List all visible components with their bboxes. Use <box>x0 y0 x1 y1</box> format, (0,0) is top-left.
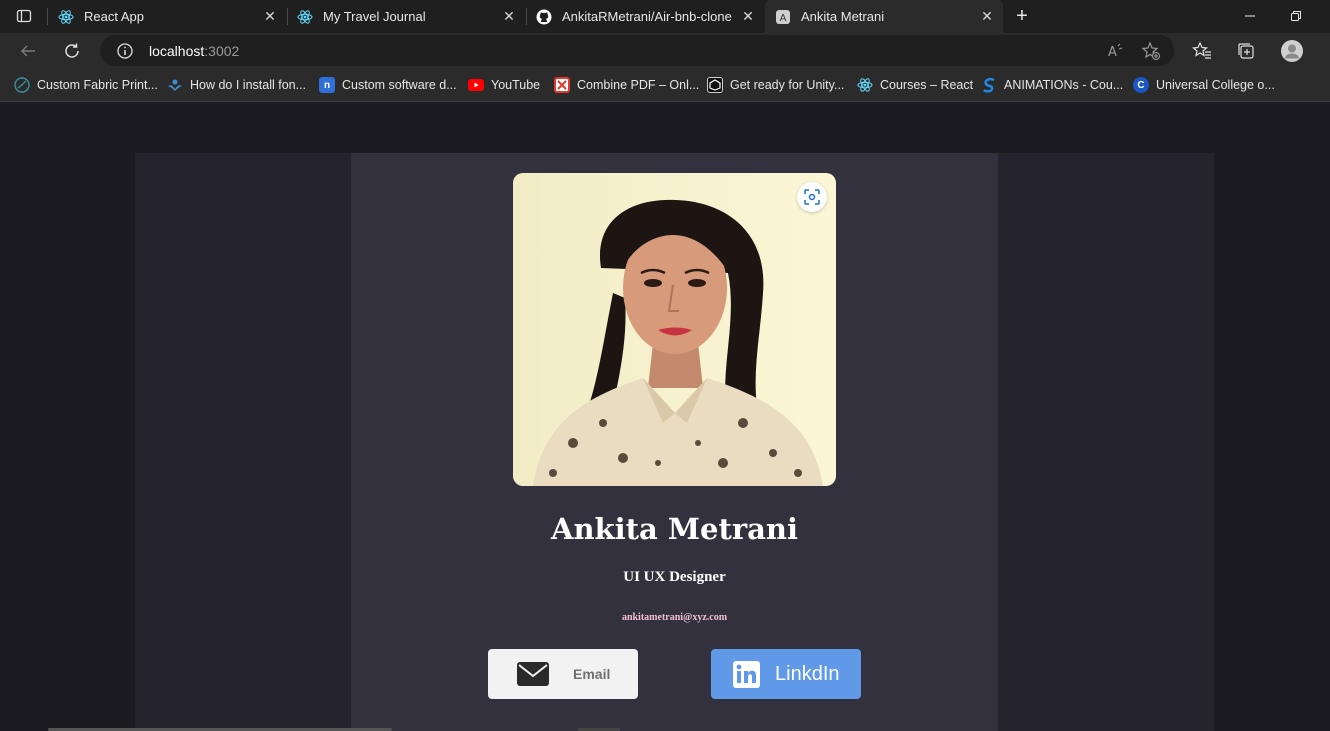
close-icon[interactable]: ✕ <box>977 7 997 27</box>
unity-icon <box>707 77 723 93</box>
c-logo-icon: C <box>1133 77 1149 93</box>
profile-avatar-icon[interactable] <box>1279 38 1305 64</box>
page-viewport: Ankita Metrani UI UX Designer ankitametr… <box>0 103 1330 731</box>
tab-github-repo[interactable]: AnkitaRMetrani/Air-bnb-clone ✕ <box>526 0 764 33</box>
navigation-toolbar: localhost:3002 A <box>0 33 1330 68</box>
bookmark-animations[interactable]: ANIMATIONs - Cou... <box>981 76 1123 94</box>
react-icon <box>857 77 873 93</box>
n-logo-icon: n <box>319 77 335 93</box>
tab-title: Ankita Metrani <box>801 9 885 24</box>
tab-title: AnkitaRMetrani/Air-bnb-clone <box>562 9 732 24</box>
read-aloud-icon[interactable]: A <box>1104 40 1126 62</box>
tab-actions-icon[interactable] <box>12 5 36 27</box>
bird-icon <box>167 77 183 93</box>
app-icon: A <box>775 9 791 25</box>
linkedin-button[interactable]: LinkdIn <box>711 649 861 699</box>
bookmark-courses-react[interactable]: Courses – React <box>857 76 973 94</box>
tab-react-app[interactable]: React App ✕ <box>48 0 286 33</box>
s-logo-icon <box>981 77 997 93</box>
bookmark-label: YouTube <box>491 78 541 92</box>
back-icon[interactable] <box>15 38 41 64</box>
tab-strip: React App ✕ My Travel Journal ✕ AnkitaRM… <box>0 0 1330 33</box>
bookmark-universal-college[interactable]: C Universal College o... <box>1133 76 1275 94</box>
linkedin-icon <box>733 660 760 688</box>
bookmark-youtube[interactable]: YouTube <box>468 76 540 94</box>
favorites-icon[interactable] <box>1189 38 1215 64</box>
add-favorite-icon[interactable] <box>1140 40 1162 62</box>
info-icon[interactable] <box>116 42 134 60</box>
profile-email: ankitametrani@xyz.com <box>621 612 728 623</box>
new-tab-icon[interactable]: + <box>1010 5 1034 27</box>
profile-role: UI UX Designer <box>623 569 726 585</box>
profile-card: Ankita Metrani UI UX Designer ankitametr… <box>351 153 998 731</box>
bookmark-label: Courses – React <box>880 78 974 92</box>
youtube-icon <box>468 77 484 93</box>
pdf-icon <box>554 77 570 93</box>
bookmark-unity[interactable]: Get ready for Unity... <box>707 76 844 94</box>
globe-icon <box>14 77 30 93</box>
email-button[interactable]: Email <box>488 649 638 699</box>
visual-search-icon[interactable] <box>797 182 827 212</box>
bookmark-label: Universal College o... <box>1156 78 1275 92</box>
collections-icon[interactable] <box>1233 38 1259 64</box>
github-icon <box>536 9 552 25</box>
linkedin-button-label: LinkdIn <box>775 662 840 685</box>
close-icon[interactable]: ✕ <box>738 7 758 27</box>
bookmark-install-fonts[interactable]: How do I install fon... <box>167 76 306 94</box>
tab-title: React App <box>84 9 144 24</box>
svg-text:A: A <box>780 13 787 24</box>
address-bar[interactable]: localhost:3002 A <box>100 35 1174 66</box>
profile-name: Ankita Metrani <box>550 512 799 546</box>
profile-photo <box>513 173 836 486</box>
envelope-icon <box>517 662 549 686</box>
bookmark-label: Custom software d... <box>342 78 457 92</box>
bookmark-combine-pdf[interactable]: Combine PDF – Onl... <box>554 76 699 94</box>
bookmark-custom-fabric[interactable]: Custom Fabric Print... <box>14 76 158 94</box>
close-icon[interactable]: ✕ <box>260 7 280 27</box>
svg-text:A: A <box>1108 45 1117 60</box>
react-icon <box>297 9 313 25</box>
minimize-icon[interactable] <box>1238 4 1262 28</box>
bookmark-label: Get ready for Unity... <box>730 78 845 92</box>
close-icon[interactable]: ✕ <box>499 7 519 27</box>
bookmark-label: Custom Fabric Print... <box>37 78 158 92</box>
email-button-label: Email <box>573 666 611 682</box>
url-host: localhost <box>149 43 205 59</box>
bookmark-custom-software[interactable]: n Custom software d... <box>319 76 457 94</box>
tab-my-travel-journal[interactable]: My Travel Journal ✕ <box>287 0 525 33</box>
restore-icon[interactable] <box>1284 4 1308 28</box>
bookmark-label: Combine PDF – Onl... <box>577 78 700 92</box>
url-text: localhost:3002 <box>149 43 239 59</box>
bookmark-label: ANIMATIONs - Cou... <box>1004 78 1124 92</box>
url-port: :3002 <box>204 43 240 59</box>
bookmarks-bar: Custom Fabric Print... How do I install … <box>0 68 1330 102</box>
refresh-icon[interactable] <box>59 38 85 64</box>
tab-ankita-metrani[interactable]: A Ankita Metrani ✕ <box>765 0 1003 33</box>
bookmark-label: How do I install fon... <box>190 78 307 92</box>
tab-title: My Travel Journal <box>323 9 426 24</box>
react-icon <box>58 9 74 25</box>
